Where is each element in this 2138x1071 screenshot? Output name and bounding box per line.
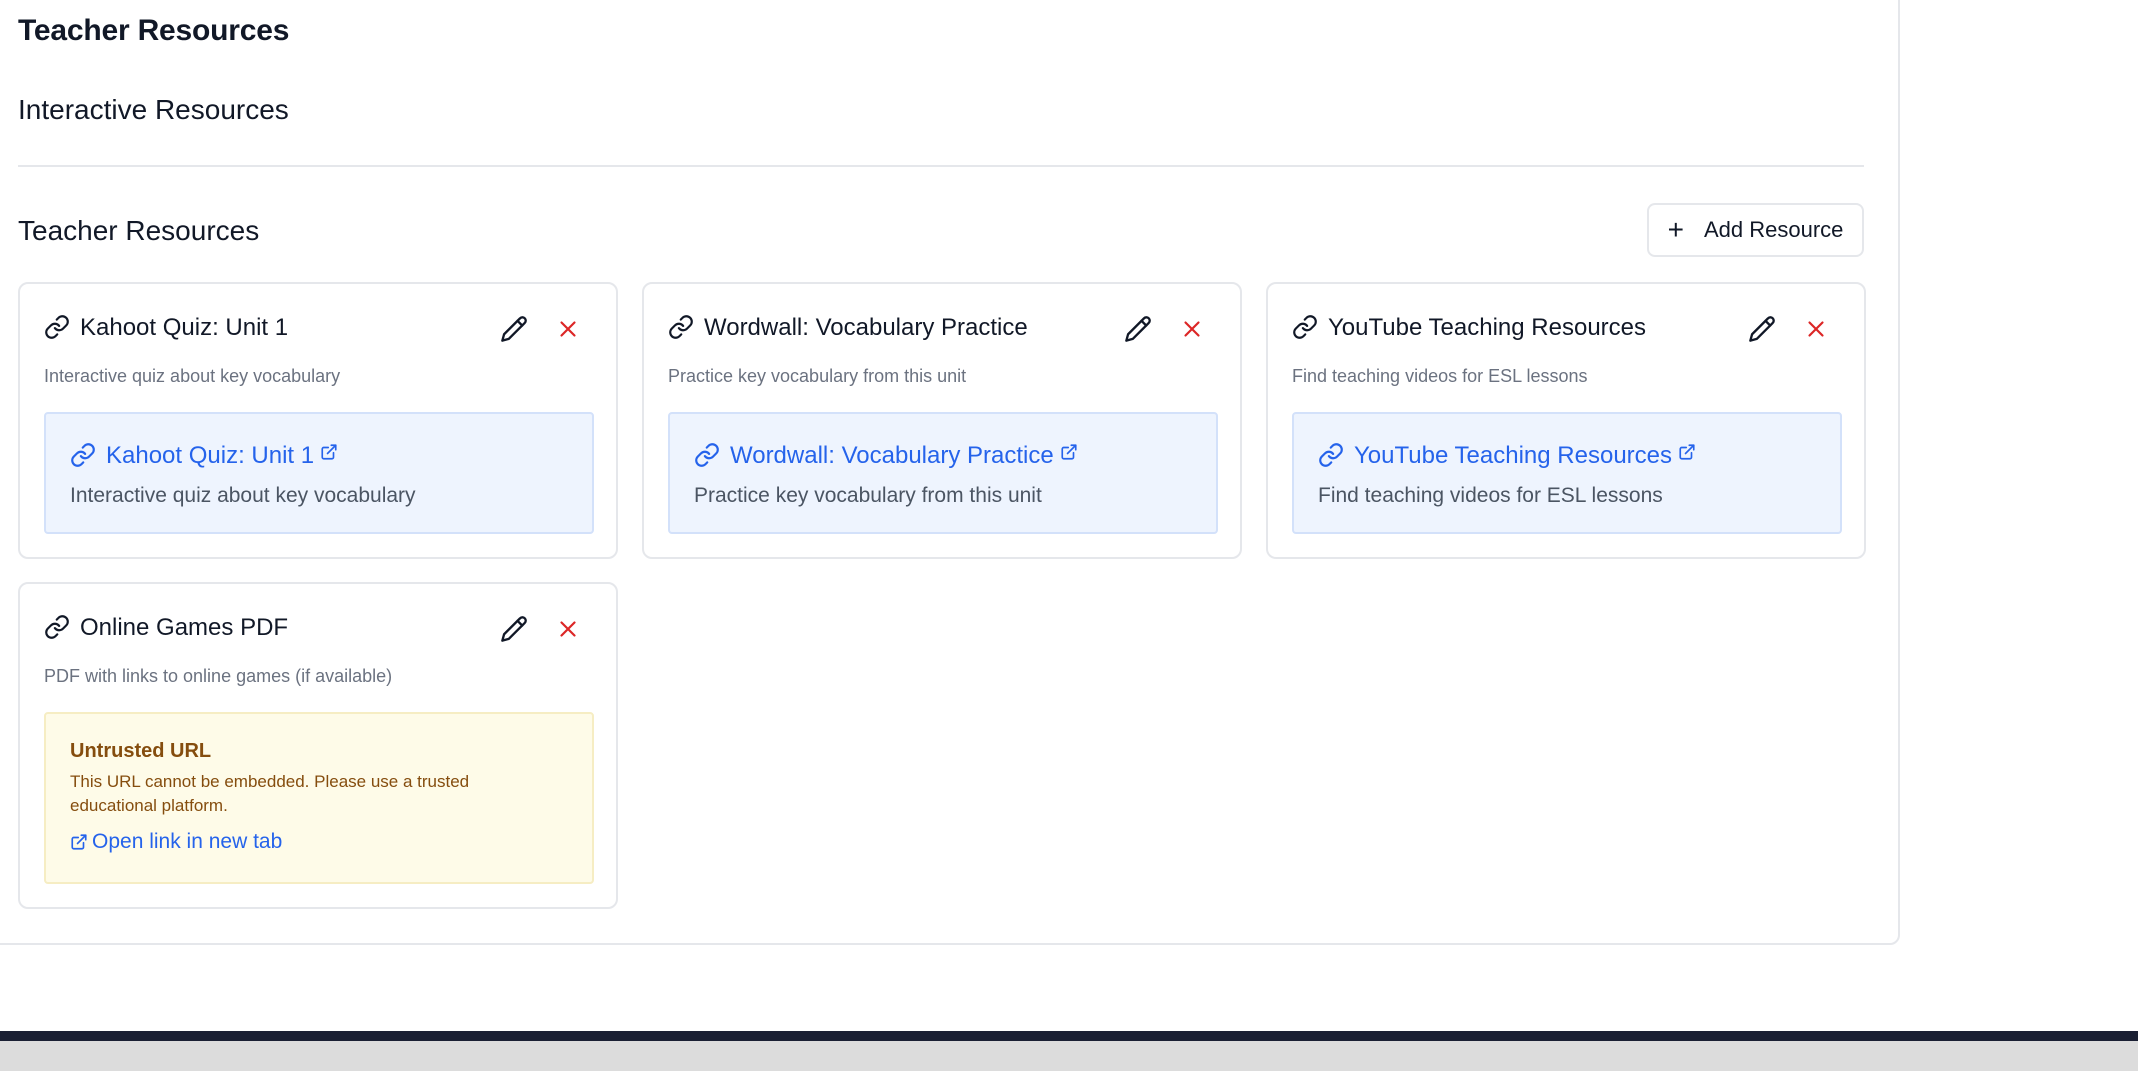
resource-link[interactable]: Wordwall: Vocabulary Practice <box>730 442 1078 470</box>
resource-description: Interactive quiz about key vocabulary <box>44 366 341 386</box>
resource-link-label: Wordwall: Vocabulary Practice <box>730 442 1054 469</box>
resource-title: Wordwall: Vocabulary Practice <box>704 314 1028 341</box>
resource-description: PDF with links to online games (if avail… <box>44 666 393 686</box>
pencil-icon <box>1749 315 1775 342</box>
edit-button[interactable] <box>498 314 530 346</box>
close-icon <box>1184 320 1200 337</box>
close-icon <box>560 320 576 337</box>
pencil-icon <box>1125 315 1151 342</box>
warning-message: This URL cannot be embedded. Please use … <box>70 772 470 815</box>
link-description: Interactive quiz about key vocabulary <box>70 484 416 507</box>
link-icon <box>695 443 719 467</box>
interactive-resources-heading: Interactive Resources <box>18 94 289 125</box>
external-link-icon <box>321 444 337 460</box>
resource-card: Wordwall: Vocabulary Practice Practice k… <box>642 282 1242 559</box>
untrusted-url-warning: Untrusted URL This URL cannot be embedde… <box>44 712 594 884</box>
resource-title: YouTube Teaching Resources <box>1328 314 1646 341</box>
plus-icon: + <box>1667 214 1684 245</box>
link-preview: Kahoot Quiz: Unit 1 Interactive quiz abo… <box>44 412 594 534</box>
warning-title: Untrusted URL <box>70 740 212 762</box>
link-icon <box>1319 443 1343 467</box>
close-icon <box>560 620 576 637</box>
delete-button[interactable] <box>552 614 584 646</box>
link-icon <box>1293 315 1317 339</box>
resource-title: Online Games PDF <box>80 614 289 641</box>
delete-button[interactable] <box>1800 314 1832 346</box>
external-link-icon <box>71 834 87 850</box>
section-divider <box>18 165 1864 167</box>
taskbar <box>0 1041 2138 1071</box>
pencil-icon <box>501 315 527 342</box>
link-icon <box>669 315 693 339</box>
link-icon <box>71 443 95 467</box>
resource-title: Kahoot Quiz: Unit 1 <box>80 314 289 341</box>
delete-button[interactable] <box>1176 314 1208 346</box>
add-resource-button[interactable]: + Add Resource <box>1647 203 1864 257</box>
resource-link-label: YouTube Teaching Resources <box>1354 442 1672 469</box>
close-icon <box>1808 320 1824 337</box>
external-link-icon <box>1061 444 1077 460</box>
resource-card: Kahoot Quiz: Unit 1 Interactive quiz abo… <box>18 282 618 559</box>
link-description: Practice key vocabulary from this unit <box>694 484 1042 507</box>
link-preview: YouTube Teaching Resources Find teaching… <box>1292 412 1842 534</box>
edit-button[interactable] <box>1122 314 1154 346</box>
teacher-resources-heading: Teacher Resources <box>18 215 260 246</box>
bottom-bar <box>0 1031 2138 1041</box>
resource-card: YouTube Teaching Resources Find teaching… <box>1266 282 1866 559</box>
add-resource-label: Add Resource <box>1703 217 1844 242</box>
resource-link[interactable]: Kahoot Quiz: Unit 1 <box>106 442 338 470</box>
pencil-icon <box>501 615 527 642</box>
link-icon <box>45 315 69 339</box>
external-link-icon <box>1679 444 1695 460</box>
resource-description: Find teaching videos for ESL lessons <box>1292 366 1588 386</box>
resources-panel: Teacher Resources Interactive Resources … <box>0 0 1900 945</box>
delete-button[interactable] <box>552 314 584 346</box>
page-title: Teacher Resources <box>18 14 290 47</box>
open-link-new-tab[interactable]: Open link in new tab <box>70 830 282 854</box>
resource-link-label: Kahoot Quiz: Unit 1 <box>106 442 315 469</box>
resource-card: Online Games PDF PDF with links to onlin… <box>18 582 618 909</box>
resource-description: Practice key vocabulary from this unit <box>668 366 967 386</box>
resource-link[interactable]: YouTube Teaching Resources <box>1354 442 1696 470</box>
edit-button[interactable] <box>1746 314 1778 346</box>
edit-button[interactable] <box>498 614 530 646</box>
link-description: Find teaching videos for ESL lessons <box>1318 484 1663 507</box>
open-link-label: Open link in new tab <box>92 830 283 853</box>
link-preview: Wordwall: Vocabulary Practice Practice k… <box>668 412 1218 534</box>
link-icon <box>45 615 69 639</box>
